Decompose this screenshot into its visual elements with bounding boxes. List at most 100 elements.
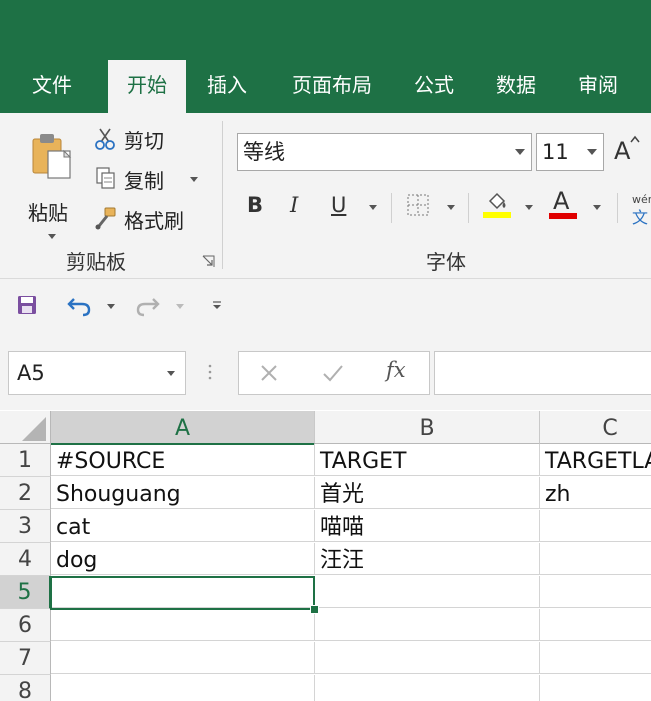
font-group-label: 字体	[426, 250, 466, 274]
cell-b5[interactable]	[315, 576, 540, 608]
active-cell-outline	[50, 576, 315, 610]
font-size-combo[interactable]: 11	[536, 133, 604, 171]
font-color-icon: A	[553, 187, 570, 215]
font-color-dropdown-icon[interactable]	[593, 205, 601, 210]
copy-dropdown-icon[interactable]	[190, 177, 198, 182]
fill-handle[interactable]	[310, 605, 319, 614]
tab-review[interactable]: 审阅	[564, 60, 632, 113]
cell-a6[interactable]	[51, 609, 315, 641]
cell-c2[interactable]: zh	[540, 477, 651, 509]
enter-icon[interactable]	[322, 363, 344, 383]
name-box[interactable]: A5	[8, 351, 186, 395]
cell-c5[interactable]	[540, 576, 651, 608]
copy-button[interactable]: 复制	[124, 165, 164, 194]
phonetic-guide-button[interactable]: wén 文	[632, 193, 651, 228]
column-header-c[interactable]: C	[540, 411, 651, 444]
formula-bar: A5 fx	[0, 334, 651, 410]
format-painter-icon[interactable]	[94, 206, 118, 230]
formula-input[interactable]	[434, 351, 651, 395]
divider	[468, 193, 469, 223]
paste-button[interactable]: 粘贴	[26, 127, 78, 239]
row-header-3[interactable]: 3	[0, 510, 51, 543]
row-header-2[interactable]: 2	[0, 477, 51, 510]
cut-icon[interactable]	[94, 127, 116, 151]
fill-color-dropdown-icon[interactable]	[525, 205, 533, 210]
cell-b6[interactable]	[315, 609, 540, 641]
tab-home[interactable]: 开始	[108, 60, 186, 113]
quick-access-toolbar	[0, 279, 651, 334]
row-header-7[interactable]: 7	[0, 642, 51, 675]
underline-dropdown-icon[interactable]	[369, 205, 377, 210]
divider	[391, 193, 392, 223]
chevron-down-icon[interactable]	[167, 371, 175, 376]
cell-a8[interactable]	[51, 675, 315, 701]
column-header-b[interactable]: B	[315, 411, 540, 444]
row-header-5[interactable]: 5	[0, 576, 51, 609]
ribbon: 粘贴 剪切 复制 格式刷 剪贴板 等线 11 A B I U A wé 文 字体	[0, 113, 651, 279]
paste-label: 粘贴	[28, 201, 68, 225]
spreadsheet-grid: A B C 1#SOURCETARGETTARGETLANG 2Shouguang…	[0, 411, 651, 701]
font-color-swatch	[549, 213, 577, 219]
grow-arrow-icon	[630, 135, 640, 143]
cell-c8[interactable]	[540, 675, 651, 701]
redo-icon	[136, 298, 160, 317]
cut-button[interactable]: 剪切	[124, 125, 164, 154]
underline-button[interactable]: U	[331, 191, 346, 219]
save-icon[interactable]	[17, 295, 37, 315]
paste-dropdown-icon	[48, 234, 56, 239]
cell-a4[interactable]: dog	[51, 543, 315, 575]
font-name-combo[interactable]: 等线	[237, 133, 532, 171]
splitter-icon[interactable]	[207, 362, 213, 382]
cell-a7[interactable]	[51, 642, 315, 674]
borders-icon[interactable]	[406, 193, 430, 217]
cell-c3[interactable]	[540, 510, 651, 542]
cell-b3[interactable]: 喵喵	[315, 510, 540, 542]
format-painter-button[interactable]: 格式刷	[124, 205, 184, 234]
cell-a3[interactable]: cat	[51, 510, 315, 542]
chevron-down-icon	[587, 149, 597, 155]
fill-color-icon[interactable]	[482, 189, 512, 219]
cell-b2[interactable]: 首光	[315, 477, 540, 509]
cell-b7[interactable]	[315, 642, 540, 674]
cell-b1[interactable]: TARGET	[315, 444, 540, 476]
borders-dropdown-icon[interactable]	[447, 205, 455, 210]
phonetic-bottom: 文	[632, 208, 649, 227]
row-header-1[interactable]: 1	[0, 444, 51, 477]
tab-file[interactable]: 文件	[18, 60, 86, 113]
insert-function-button[interactable]: fx	[386, 358, 406, 382]
tab-page-layout[interactable]: 页面布局	[279, 60, 385, 113]
row-header-4[interactable]: 4	[0, 543, 51, 576]
tab-formulas[interactable]: 公式	[400, 60, 468, 113]
row-header-8[interactable]: 8	[0, 675, 51, 701]
undo-icon[interactable]	[66, 295, 92, 317]
chevron-down-icon	[515, 149, 525, 155]
cell-b4[interactable]: 汪汪	[315, 543, 540, 575]
font-name-value: 等线	[243, 140, 285, 164]
cancel-icon[interactable]	[259, 363, 279, 383]
name-box-value: A5	[17, 361, 45, 385]
tab-data[interactable]: 数据	[482, 60, 550, 113]
cell-a1[interactable]: #SOURCE	[51, 444, 315, 476]
select-all-icon	[22, 417, 46, 441]
undo-dropdown-icon[interactable]	[107, 304, 115, 309]
divider	[617, 193, 618, 223]
copy-icon[interactable]	[95, 166, 117, 190]
cell-c7[interactable]	[540, 642, 651, 674]
column-header-a[interactable]: A	[51, 411, 315, 445]
cell-c1[interactable]: TARGETLANG	[540, 444, 651, 476]
cell-c6[interactable]	[540, 609, 651, 641]
grow-font-icon: A	[614, 137, 631, 165]
row-header-6[interactable]: 6	[0, 609, 51, 642]
cell-c4[interactable]	[540, 543, 651, 575]
customize-toolbar-icon[interactable]	[211, 299, 223, 311]
bold-button[interactable]: B	[247, 191, 263, 219]
cell-a2[interactable]: Shouguang	[51, 477, 315, 509]
redo-dropdown-icon	[176, 304, 184, 309]
grow-font-button[interactable]: A	[614, 137, 630, 165]
tab-insert[interactable]: 插入	[194, 60, 260, 113]
select-all-button[interactable]	[0, 411, 51, 444]
cell-b8[interactable]	[315, 675, 540, 701]
dialog-launcher-icon[interactable]	[202, 255, 215, 268]
italic-button[interactable]: I	[290, 191, 298, 219]
font-color-button[interactable]: A	[553, 187, 569, 215]
